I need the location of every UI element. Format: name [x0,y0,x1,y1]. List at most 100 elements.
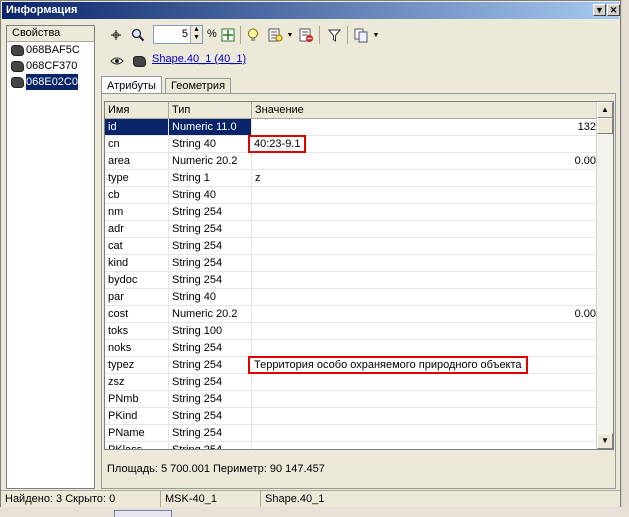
attribute-name: PKlass [105,442,169,449]
zoom-spinner[interactable]: 5 ▲ ▼ [153,25,203,44]
attribute-row[interactable]: par String 40 [105,289,599,306]
tab-geometry[interactable]: Геометрия [165,78,232,94]
attribute-type: String 1 [169,170,252,186]
attribute-type: String 254 [169,374,252,390]
attribute-name: PKind [105,408,169,424]
attribute-row[interactable]: id Numeric 11.0 132 [105,119,599,136]
toolbar-separator [347,26,348,44]
spinner-arrows[interactable]: ▲ ▼ [190,26,202,43]
attribute-type: String 254 [169,408,252,424]
attribute-value[interactable] [252,408,599,424]
attribute-value[interactable] [252,289,599,305]
attribute-row[interactable]: type String 1z [105,170,599,187]
title-bar[interactable]: Информация ▼ ✕ [2,2,620,19]
attribute-value[interactable] [252,255,599,271]
filter-icon[interactable] [325,26,343,44]
eye-icon[interactable] [109,52,125,70]
attribute-value[interactable] [252,187,599,203]
attribute-row[interactable]: PKlass String 254 [105,442,599,449]
attribute-value[interactable]: 0.00 [252,306,599,322]
zoom-fit-icon[interactable] [219,26,237,44]
copy-icon[interactable] [352,26,370,44]
dropdown-button[interactable]: ▼ [593,4,606,16]
column-header-type[interactable]: Тип [169,102,252,118]
dropdown-arrow-icon[interactable]: ▼ [371,26,381,44]
tab-attributes[interactable]: Атрибуты [101,76,162,94]
attribute-row[interactable]: nm String 254 [105,204,599,221]
object-list-item[interactable]: 068CF370 [7,58,94,74]
attribute-value[interactable]: 0.00 [252,153,599,169]
attribute-value[interactable] [252,425,599,441]
attribute-name: bydoc [105,272,169,288]
attribute-row[interactable]: cb String 40 [105,187,599,204]
attribute-row[interactable]: PKind String 254 [105,408,599,425]
attribute-row[interactable]: bydoc String 254 [105,272,599,289]
background-map-edge [622,0,629,517]
attribute-value[interactable]: z [252,170,599,186]
spin-up-icon[interactable]: ▲ [191,26,202,34]
attribute-name: adr [105,221,169,237]
attribute-row[interactable]: zsz String 254 [105,374,599,391]
attribute-value[interactable] [252,391,599,407]
object-list-item[interactable]: 068E02C0 [7,74,94,90]
attribute-row[interactable]: PName String 254 [105,425,599,442]
percent-label: % [207,28,217,40]
column-header-name[interactable]: Имя [105,102,169,118]
attribute-row[interactable]: cat String 254 [105,238,599,255]
column-header-value[interactable]: Значение [252,102,599,118]
status-bar: Найдено: 3 Скрыто: 0 MSK-40_1 Shape.40_1 [1,490,620,507]
attribute-name: cat [105,238,169,254]
shape-link[interactable]: Shape.40_1 (40_1) [152,53,246,65]
area-perimeter-summary: Площадь: 5 700.001 Периметр: 90 147.457 [107,463,325,475]
attribute-value[interactable] [252,323,599,339]
attribute-type: String 254 [169,238,252,254]
window-title: Информация [6,4,78,16]
attributes-panel: Имя Тип Значение id Numeric 11.0 132 cn Stri… [101,93,616,489]
object-list-item[interactable]: 068BAF5C [7,42,94,58]
attribute-name: nm [105,204,169,220]
attribute-value[interactable] [252,340,599,356]
attribute-type: Numeric 11.0 [169,119,252,135]
attribute-value[interactable] [252,221,599,237]
attribute-value[interactable] [252,238,599,254]
select-list-icon[interactable] [266,26,284,44]
attribute-value[interactable] [252,374,599,390]
attribute-row[interactable]: kind String 254 [105,255,599,272]
scroll-up-icon[interactable]: ▲ [597,102,613,118]
no-entry-icon[interactable] [297,26,315,44]
close-button[interactable]: ✕ [607,4,620,16]
attribute-row[interactable]: area Numeric 20.2 0.00 [105,153,599,170]
toolbar-separator [240,26,241,44]
scroll-thumb[interactable] [597,118,613,134]
attribute-value[interactable] [252,272,599,288]
magnifier-icon[interactable] [129,26,147,44]
dropdown-arrow-icon[interactable]: ▼ [285,26,295,44]
shape-icon [11,60,24,72]
attribute-row[interactable]: adr String 254 [105,221,599,238]
attribute-name: PNmb [105,391,169,407]
attribute-value[interactable]: Территория особо охраняемого природного … [248,356,599,374]
attribute-row[interactable]: noks String 254 [105,340,599,357]
attribute-row[interactable]: toks String 100 [105,323,599,340]
attribute-row[interactable]: cn String 40 40:23-9.1 [105,135,599,153]
attribute-row[interactable]: typez String 254 Территория особо охраняем… [105,356,599,374]
grid-rows: id Numeric 11.0 132 cn String 40 40:23-9.1 are… [105,119,599,449]
shape-icon [11,76,24,88]
vertical-scrollbar[interactable]: ▲ ▼ [596,102,613,449]
spin-down-icon[interactable]: ▼ [191,34,202,42]
attribute-type: String 254 [169,391,252,407]
attribute-value[interactable] [252,204,599,220]
properties-panel: Свойства 068BAF5C 068CF370 068E02C0 [6,25,95,489]
scroll-down-icon[interactable]: ▼ [597,433,613,449]
attribute-value[interactable]: 132 [252,119,599,135]
attribute-name: cn [105,136,169,152]
crosshair-icon[interactable] [107,26,125,44]
shape-icon [131,52,147,70]
toolbar: 5 ▲ ▼ % ▼ ▼ [101,23,616,47]
attribute-value[interactable] [252,442,599,449]
attribute-name: toks [105,323,169,339]
attribute-value[interactable]: 40:23-9.1 [248,135,599,153]
attribute-row[interactable]: cost Numeric 20.2 0.00 [105,306,599,323]
lightbulb-icon[interactable] [244,26,262,44]
attribute-row[interactable]: PNmb String 254 [105,391,599,408]
